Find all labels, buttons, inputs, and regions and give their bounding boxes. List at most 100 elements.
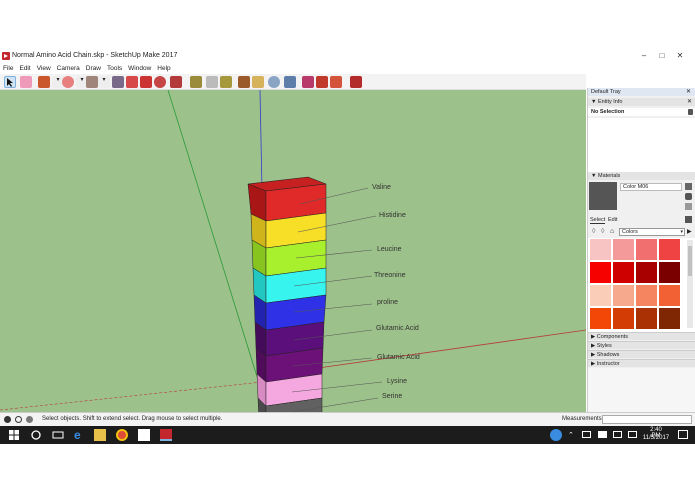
swatch[interactable] (659, 262, 680, 283)
minimize-button[interactable]: – (637, 51, 651, 61)
swatch[interactable] (636, 285, 657, 306)
volume-icon[interactable] (598, 431, 607, 438)
swatch[interactable] (590, 239, 611, 260)
swatch[interactable] (636, 308, 657, 329)
swatch[interactable] (613, 285, 634, 306)
label-leucine[interactable]: Leucine (377, 246, 402, 253)
swatch[interactable] (659, 285, 680, 306)
label-threonine[interactable]: Threonine (374, 272, 406, 279)
extension-warehouse-button[interactable] (316, 76, 328, 88)
pan-tool-button[interactable] (252, 76, 264, 88)
keyboard-icon[interactable] (628, 431, 637, 438)
label-serine[interactable]: Serine (382, 393, 402, 400)
swatch[interactable] (590, 285, 611, 306)
back-icon[interactable]: ◊ (592, 228, 595, 235)
menu-tools[interactable]: Tools (104, 64, 125, 74)
battery-icon[interactable] (613, 431, 622, 438)
amino-acid-column[interactable] (247, 176, 327, 412)
file-explorer-icon[interactable] (94, 429, 106, 441)
measurements-input[interactable] (602, 415, 692, 424)
swatch-scrollbar[interactable] (687, 240, 693, 328)
label-glutamic-acid-2[interactable]: Glutamic Acid (377, 354, 420, 361)
move-tool-button[interactable] (140, 76, 152, 88)
instructor-header[interactable]: ▶ Instructor (588, 359, 695, 367)
push-pull-tool-button[interactable] (112, 76, 124, 88)
menu-edit[interactable]: Edit (16, 64, 33, 74)
collection-select[interactable]: Colors ▾ (619, 228, 685, 236)
scale-tool-button[interactable] (170, 76, 182, 88)
paint-bucket-tool-button[interactable] (220, 76, 232, 88)
share-model-button[interactable] (330, 76, 342, 88)
notifications-icon[interactable] (678, 430, 688, 439)
menu-draw[interactable]: Draw (83, 64, 104, 74)
sample-paint-icon[interactable] (685, 193, 692, 200)
rotate-tool-button[interactable] (154, 76, 166, 88)
tray-close-icon[interactable]: ✕ (686, 88, 691, 95)
modeling-viewport[interactable]: Valine Histidine Leucine Threonine proli… (0, 90, 586, 412)
swatch[interactable] (613, 262, 634, 283)
label-lysine[interactable]: Lysine (387, 378, 407, 385)
select-tool-button[interactable] (4, 76, 16, 88)
swatch[interactable] (659, 239, 680, 260)
network-icon[interactable] (582, 431, 591, 438)
display-secondary-icon[interactable] (685, 203, 692, 210)
clock-date[interactable]: 11/5/2017 (640, 435, 672, 441)
geo-location-icon[interactable] (4, 416, 11, 423)
arc-tool-button[interactable] (62, 76, 74, 88)
follow-me-tool-button[interactable] (126, 76, 138, 88)
swatch[interactable] (636, 239, 657, 260)
menu-file[interactable]: File (0, 64, 16, 74)
tab-select[interactable]: Select (590, 217, 606, 224)
eyedropper-icon[interactable] (685, 216, 692, 223)
tape-measure-tool-button[interactable] (190, 76, 202, 88)
materials-header[interactable]: ▼ Materials (588, 172, 695, 180)
mail-icon[interactable] (138, 429, 150, 441)
material-name-field[interactable]: Color M06 (620, 183, 682, 191)
menu-view[interactable]: View (34, 64, 54, 74)
help-icon[interactable] (26, 416, 33, 423)
zoom-tool-button[interactable] (268, 76, 280, 88)
eraser-tool-button[interactable] (20, 76, 32, 88)
swatch[interactable] (636, 262, 657, 283)
create-material-icon[interactable] (685, 183, 692, 190)
label-histidine[interactable]: Histidine (379, 212, 406, 219)
entity-info-header[interactable]: ▼ Entity Info (588, 98, 695, 106)
zoom-extents-button[interactable] (284, 76, 296, 88)
scrollbar-thumb[interactable] (688, 246, 692, 276)
home-icon[interactable]: ⌂ (610, 228, 614, 235)
cortana-icon[interactable] (30, 429, 42, 441)
swatch[interactable] (613, 308, 634, 329)
forward-icon[interactable]: ◊ (601, 228, 604, 235)
text-tool-button[interactable] (206, 76, 218, 88)
orbit-tool-button[interactable] (238, 76, 250, 88)
maximize-button[interactable]: □ (655, 51, 669, 61)
entity-info-close-icon[interactable]: ✕ (687, 98, 692, 105)
close-button[interactable]: ✕ (673, 51, 687, 61)
menu-camera[interactable]: Camera (54, 64, 83, 74)
task-view-icon[interactable] (52, 429, 64, 441)
tray-chevron-up-icon[interactable]: ⌃ (568, 431, 574, 439)
shape-tool-button[interactable] (86, 76, 98, 88)
swatch[interactable] (590, 308, 611, 329)
swatch[interactable] (659, 308, 680, 329)
label-proline[interactable]: proline (377, 299, 398, 306)
swatch[interactable] (590, 262, 611, 283)
windows-start-icon[interactable] (8, 429, 20, 441)
menu-help[interactable]: Help (154, 64, 173, 74)
shadows-header[interactable]: ▶ Shadows (588, 350, 695, 358)
edge-browser-icon[interactable]: e (74, 429, 86, 441)
components-header[interactable]: ▶ Components (588, 332, 695, 340)
help-tray-icon[interactable] (550, 429, 562, 441)
extension-manager-button[interactable] (350, 76, 362, 88)
swatch[interactable] (613, 239, 634, 260)
sketchup-taskbar-icon[interactable] (160, 429, 172, 441)
styles-header[interactable]: ▶ Styles (588, 341, 695, 349)
chrome-icon[interactable] (116, 429, 128, 441)
label-glutamic-acid-1[interactable]: Glutamic Acid (376, 325, 419, 332)
credits-icon[interactable] (15, 416, 22, 423)
pencil-tool-button[interactable] (38, 76, 50, 88)
shape-dropdown-button[interactable]: ▾ (98, 76, 110, 88)
menu-window[interactable]: Window (125, 64, 154, 74)
tab-edit[interactable]: Edit (608, 217, 617, 223)
warehouse-button[interactable] (302, 76, 314, 88)
